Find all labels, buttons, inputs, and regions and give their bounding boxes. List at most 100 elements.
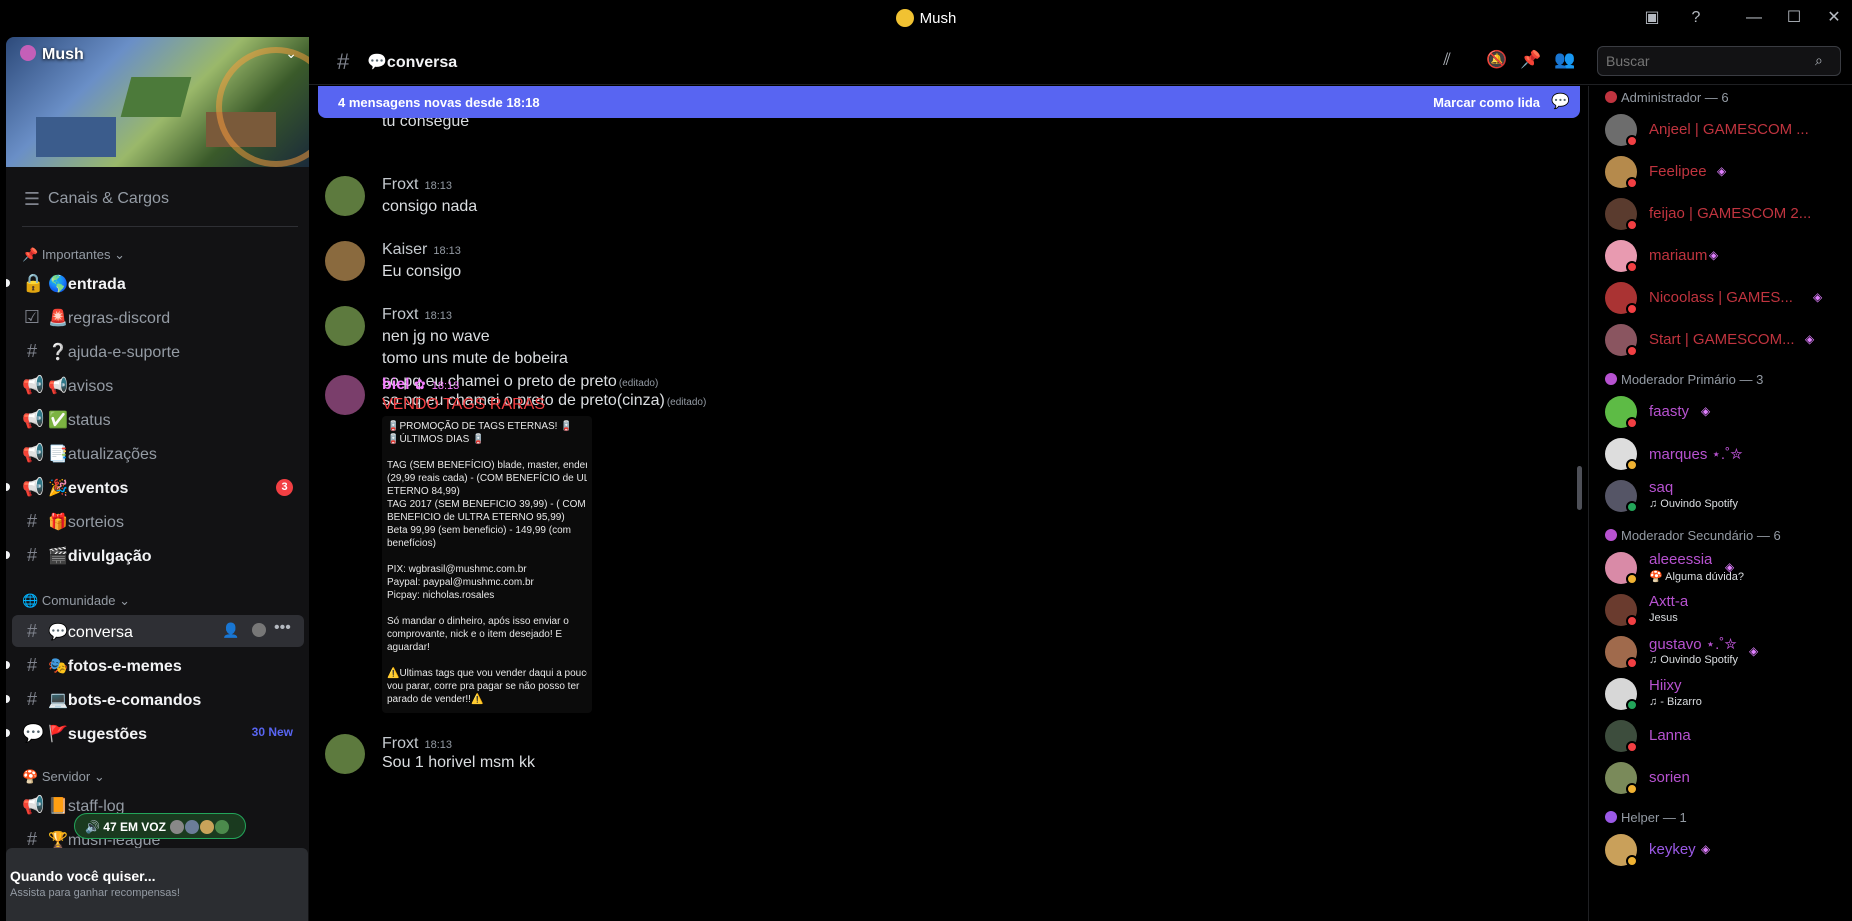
chevron-down-icon[interactable]: ⌄ [285,45,297,62]
hash-icon: # [26,511,37,531]
member-item[interactable]: sorien [1597,758,1845,800]
unread-indicator [6,695,10,703]
server-banner[interactable]: Mush ⌄ [6,37,309,167]
category-servidor[interactable]: 🍄 Servidor ⌄ [22,769,105,785]
help-icon[interactable]: ? [1684,6,1708,30]
member-item[interactable]: Lanna [1597,716,1845,758]
message-author[interactable]: Froxt 18:13 [382,735,452,753]
list-icon: ☰ [23,189,41,209]
image-text-line: TAG 2017 (SEM BENEFICIO 39,99) - ( COM [387,499,586,510]
member-name: faasty [1649,403,1690,420]
status-indicator [1626,177,1638,189]
member-item[interactable]: gustavo ⋆.˚✮ ◈ ♫ Ouvindo Spotify [1597,632,1845,674]
category-comunidade[interactable]: 🌐 Comunidade ⌄ [22,593,130,609]
channel-atualizacoes[interactable]: 📢 📑atualizações [6,437,309,469]
voice-activity-pill[interactable]: 🔊 47 EM VOZ [74,813,246,839]
rewards-promo[interactable]: Quando você quiser... Assista para ganha… [6,848,308,921]
avatar[interactable] [325,241,365,281]
member-item[interactable]: marques ⋆.˚✮ [1597,434,1845,476]
server-icon [20,45,36,61]
hash-icon: # [26,341,37,361]
scrollbar-thumb[interactable] [1577,466,1582,510]
image-text-line: parado de vender!!⚠️ [387,694,484,705]
new-messages-bar[interactable]: 4 mensagens novas desde 18:18 Marcar com… [318,86,1580,118]
megaphone-icon: 📢 [22,477,45,497]
member-item[interactable]: Start | GAMESCOM... ◈ [1597,320,1845,362]
boost-gem-icon: ◈ [1701,404,1711,418]
member-activity: ♫ Ouvindo Spotify [1649,654,1738,666]
message-author[interactable]: Froxt 18:13 [382,176,452,194]
member-item[interactable]: Axtt-a Jesus [1597,590,1845,632]
message-timestamp: 18:13 [431,380,460,392]
banner-art [216,47,309,167]
category-importantes[interactable]: 📌 Importantes ⌄ [22,247,125,263]
channel-avisos[interactable]: 📢 📢avisos [6,369,309,401]
member-name: keykey [1649,841,1696,858]
member-group-header: Moderador Secundário — 6 [1605,528,1781,543]
more-icon[interactable]: ••• [274,619,291,637]
threads-icon[interactable]: ⫽ [1436,50,1458,72]
avatar[interactable] [325,176,365,216]
search-input[interactable] [1597,46,1841,76]
member-item[interactable]: faasty ◈ [1597,392,1845,434]
new-posts-badge: 30 New [251,725,293,739]
channel-entrada[interactable]: 🔒 🌎entrada [6,267,309,299]
channel-status[interactable]: 📢 ✅status [6,403,309,435]
channel-eventos[interactable]: 📢 🎉eventos 3 [6,471,309,503]
member-name: mariaum [1649,247,1708,264]
channel-sorteios[interactable]: # 🎁sorteios [6,505,309,537]
pin-icon[interactable]: 📌 [1520,50,1542,72]
member-item[interactable]: Nicoolass | GAMES... ◈ [1597,278,1845,320]
member-item[interactable]: saq ♫ Ouvindo Spotify [1597,476,1845,518]
notification-settings-icon[interactable]: 🔕 [1486,50,1508,72]
member-name: aleeessia [1649,551,1713,568]
member-item[interactable]: mariaum ◈ [1597,236,1845,278]
image-text-line: BENEFICIO de ULTRA ETERNO 95,99) [387,512,565,523]
member-item[interactable]: Anjeel | GAMESCOM ... [1597,110,1845,152]
status-indicator [1626,219,1638,231]
member-item[interactable]: Feelipee ◈ [1597,152,1845,194]
avatar[interactable] [325,306,365,346]
message-author[interactable]: biel ✿ 18:13 [382,376,459,394]
app-logo-icon [895,9,914,27]
channel-sugestoes[interactable]: 💬 🚩sugestões 30 New [6,717,309,749]
avatar[interactable] [325,734,365,774]
status-indicator [1626,303,1638,315]
role-icon [1605,373,1617,385]
status-indicator [1626,855,1638,867]
image-text-line: Picpay: nicholas.rosales [387,590,495,601]
roles-item[interactable]: ☰ Canais & Cargos [6,183,309,215]
avatar [200,820,215,834]
channel-bots-e-comandos[interactable]: # 💻bots-e-comandos [6,683,309,715]
channel-fotos-e-memes[interactable]: # 🎭fotos-e-memes [6,649,309,681]
server-name[interactable]: Mush [20,45,84,64]
member-item[interactable]: aleeessia ◈ 🍄 Alguma dúvida? [1597,548,1845,590]
message-author[interactable]: Froxt 18:13 [382,306,452,324]
status-indicator [1626,135,1638,147]
message-list: kskskskskk tu consegue Froxt18:13 consig… [309,86,1588,921]
message-author[interactable]: Kaiser 18:13 [382,241,461,259]
member-item[interactable]: feijao | GAMESCOM 2... [1597,194,1845,236]
close-button[interactable]: ✕ [1822,6,1846,30]
member-activity: ♫ Ouvindo Spotify [1649,498,1738,510]
member-name: Feelipee [1649,163,1707,180]
image-text-line: TAG (SEM BENEFÍCIO) blade, master, ender… [387,460,587,471]
member-item[interactable]: Hiixy ♫ - Bizarro [1597,674,1845,716]
member-name: gustavo ⋆.˚✮ [1649,636,1737,653]
mark-as-read-button[interactable]: Marcar como lida [1433,95,1540,110]
avatar[interactable] [325,375,365,415]
member-item[interactable]: keykey ◈ [1597,830,1845,872]
megaphone-icon: 📢 [22,409,45,429]
message-text: VENDO TAGS RARAS [382,396,545,413]
message-image[interactable]: 🪫PROMOÇÃO DE TAGS ETERNAS! 🪫 🪫ÚLTIMOS DIA… [382,416,592,713]
channel-conversa[interactable]: # 💬conversa 👤 ••• [12,615,304,647]
member-list-icon[interactable]: 👥 [1554,50,1576,72]
maximize-button[interactable]: ☐ [1782,6,1806,30]
channel-regras-discord[interactable]: ☑ 🚨regras-discord [6,301,309,333]
channel-ajuda-e-suporte[interactable]: # ❔ajuda-e-suporte [6,335,309,367]
inbox-icon[interactable]: ▣ [1640,6,1664,30]
message-timestamp: 18:13 [433,245,461,257]
channel-divulgacao[interactable]: # 🎬divulgação [6,539,309,571]
minimize-button[interactable]: — [1742,6,1766,30]
invite-icon[interactable]: 👤 [222,622,239,639]
